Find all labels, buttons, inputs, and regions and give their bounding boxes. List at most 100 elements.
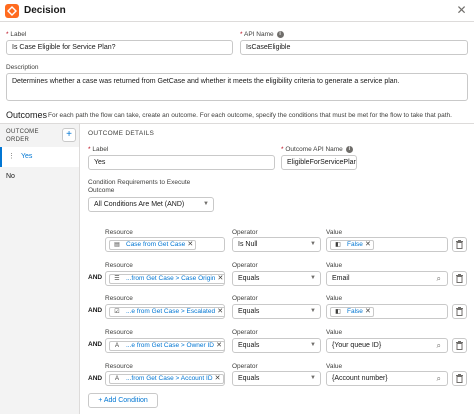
and-label: AND [88,341,103,348]
resource-input[interactable]: ▤ Case from Get Case ✕ [105,237,225,252]
delete-condition-button[interactable] [452,304,467,319]
resource-pill[interactable]: ☰ ...from Get Case > Case Origin ✕ [109,274,224,284]
value-input[interactable]: ◧ False ✕ [326,237,448,252]
toggle-icon: ◧ [335,309,341,315]
resource-pill[interactable]: ▤ Case from Get Case ✕ [109,240,197,250]
value-input[interactable]: {Your queue ID} ⌕ [326,338,448,353]
outcome-api-caption: * Outcome API Name i [281,146,353,153]
info-icon[interactable]: i [276,31,284,38]
outcome-label-caption: * Label [88,146,109,153]
resource-caption: Resource [105,295,133,302]
condition-req-caption: Condition Requirements to Execute [88,179,191,186]
search-icon: ⌕ [436,341,441,350]
resource-input[interactable]: ☑ ...e from Get Case > Escalated ✕ [105,304,225,319]
resource-pill[interactable]: A ...from Get Case > Account ID ✕ [109,374,224,384]
condition-req-caption-2: Outcome [88,187,115,194]
add-outcome-button[interactable]: + [62,128,76,142]
record-icon: ▤ [114,242,120,248]
condition-logic-select[interactable]: All Conditions Are Met (AND) ▼ [88,197,214,212]
add-condition-button[interactable]: + Add Condition [88,393,158,408]
clear-icon[interactable]: ✕ [216,342,222,350]
clear-icon[interactable]: ✕ [217,308,223,316]
delete-condition-button[interactable] [452,271,467,286]
operator-caption: Operator [232,229,258,236]
api-name-input[interactable]: IsCaseEligible [240,40,468,55]
operator-select[interactable]: Equals ▼ [232,371,321,386]
operator-caption: Operator [232,295,258,302]
operator-select[interactable]: Is Null ▼ [232,237,321,252]
api-name-caption: * API Name i [240,31,284,38]
resource-caption: Resource [105,363,133,370]
operator-select[interactable]: Equals ▼ [232,338,321,353]
and-label: AND [88,375,103,382]
chevron-down-icon: ▼ [310,375,316,381]
text-icon: A [114,376,119,382]
operator-select[interactable]: Equals ▼ [232,271,321,286]
search-icon: ⌕ [436,374,441,383]
resource-input[interactable]: ☰ ...from Get Case > Case Origin ✕ [105,271,225,286]
operator-caption: Operator [232,363,258,370]
and-label: AND [88,274,103,281]
outcome-item-no[interactable]: No [0,167,79,187]
outcome-api-input[interactable]: EligibleForServicePlan [281,155,357,170]
drag-handle-icon[interactable]: ⋮ [8,153,15,160]
clear-icon[interactable]: ✕ [365,241,371,249]
picklist-icon: ☰ [114,276,120,282]
delete-condition-button[interactable] [452,237,467,252]
clear-icon[interactable]: ✕ [218,275,224,283]
resource-pill[interactable]: A ...e from Get Case > Owner ID ✕ [109,341,224,351]
operator-caption: Operator [232,262,258,269]
info-icon[interactable]: i [345,146,353,153]
resource-caption: Resource [105,329,133,336]
search-icon: ⌕ [436,274,441,283]
delete-condition-button[interactable] [452,338,467,353]
description-textarea[interactable]: Determines whether a case was returned f… [6,73,468,101]
delete-condition-button[interactable] [452,371,467,386]
value-input[interactable]: ◧ False ✕ [326,304,448,319]
outcomes-description: For each path the flow can take, create … [48,112,452,119]
value-caption: Value [326,262,343,269]
resource-caption: Resource [105,262,133,269]
trash-icon [456,240,463,249]
label-input[interactable]: Is Case Eligible for Service Plan? [6,40,233,55]
value-pill[interactable]: ◧ False ✕ [330,307,374,317]
dialog-title: Decision [24,5,66,16]
outcome-details-title: OUTCOME DETAILS [88,130,155,137]
chevron-down-icon: ▼ [310,342,316,348]
decision-icon [5,4,19,18]
outcome-label-input[interactable]: Yes [88,155,275,170]
value-caption: Value [326,295,343,302]
chevron-down-icon: ▼ [310,275,316,281]
dialog-header: Decision ✕ [0,0,474,22]
resource-pill[interactable]: ☑ ...e from Get Case > Escalated ✕ [109,307,224,317]
trash-icon [456,307,463,316]
clear-icon[interactable]: ✕ [215,375,221,383]
close-icon[interactable]: ✕ [455,4,468,17]
description-caption: Description [6,64,39,71]
outcome-order-label: OUTCOME ORDER [6,129,39,143]
outcome-item-yes[interactable]: ⋮ Yes [0,147,79,167]
outcome-order-panel: OUTCOME ORDER + ⋮ Yes No [0,124,80,414]
chevron-down-icon: ▼ [310,308,316,314]
trash-icon [456,374,463,383]
chevron-down-icon: ▼ [310,241,316,247]
text-icon: A [114,343,119,349]
toggle-icon: ◧ [335,242,341,248]
operator-caption: Operator [232,329,258,336]
value-pill[interactable]: ◧ False ✕ [330,240,374,250]
resource-caption: Resource [105,229,133,236]
value-input[interactable]: {Account number} ⌕ [326,371,448,386]
resource-input[interactable]: A ...e from Get Case > Owner ID ✕ [105,338,225,353]
resource-input[interactable]: A ...from Get Case > Account ID ✕ [105,371,225,386]
value-caption: Value [326,363,343,370]
outcomes-title: Outcomes [6,110,48,120]
operator-select[interactable]: Equals ▼ [232,304,321,319]
trash-icon [456,274,463,283]
value-input[interactable]: Email ⌕ [326,271,448,286]
and-label: AND [88,307,103,314]
clear-icon[interactable]: ✕ [187,241,193,249]
checkbox-icon: ☑ [114,309,120,315]
clear-icon[interactable]: ✕ [365,308,371,316]
value-caption: Value [326,329,343,336]
chevron-down-icon: ▼ [203,201,209,207]
